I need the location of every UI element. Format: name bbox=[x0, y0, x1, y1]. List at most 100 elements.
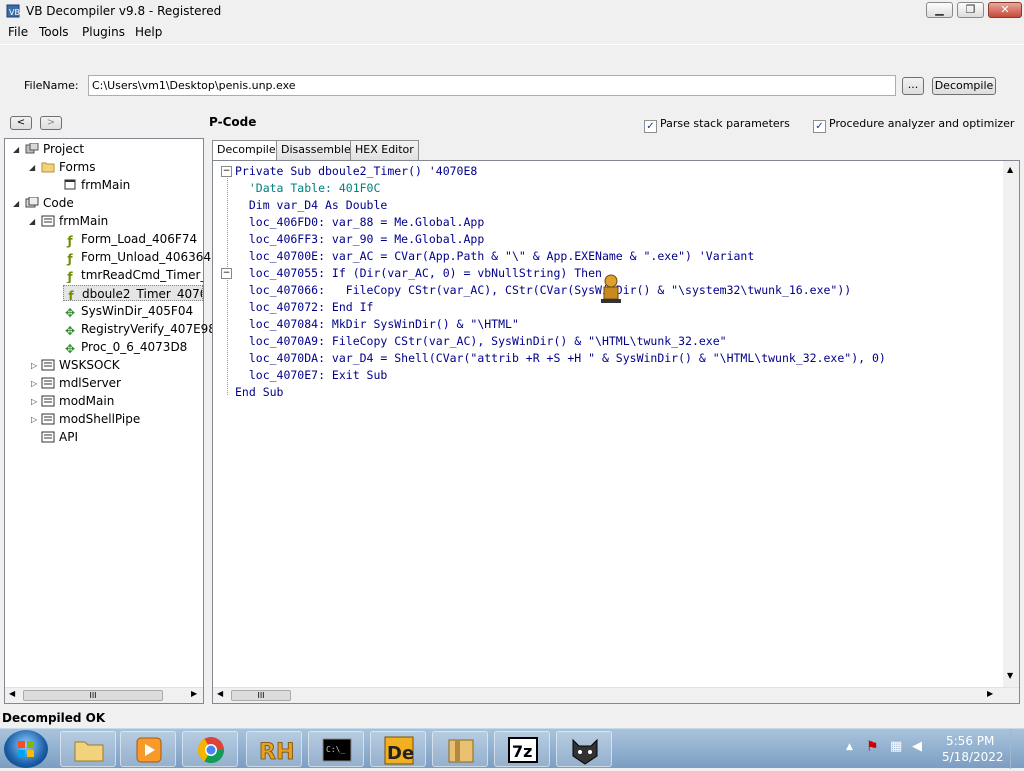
action-center-icon[interactable]: ⚑ bbox=[866, 739, 879, 755]
tree-form-frmmain[interactable]: frmMain bbox=[63, 177, 130, 193]
tree-code-frmmain[interactable]: frmMain bbox=[41, 213, 108, 229]
scroll-up-icon[interactable]: ▲ bbox=[1007, 165, 1013, 174]
project-tree[interactable]: ◢ Project ◢ Forms frmMain ◢ Code ◢ frmMa… bbox=[4, 138, 216, 704]
expand-icon[interactable]: ▷ bbox=[31, 415, 37, 424]
close-button[interactable]: ✕ bbox=[988, 2, 1022, 18]
decompile-button[interactable]: Decompile bbox=[932, 77, 996, 95]
tree-proc-selected[interactable]: ƒ dboule2_Timer_4070E8 bbox=[63, 285, 203, 301]
tree-proc[interactable]: ƒ Form_Unload_406364 bbox=[63, 249, 211, 266]
volume-icon[interactable]: ◀ bbox=[912, 739, 922, 754]
taskbar-resource-hacker[interactable]: RH bbox=[246, 731, 302, 767]
menu-tools[interactable]: Tools bbox=[39, 25, 69, 39]
procedure-analyzer-option[interactable]: ✓ Procedure analyzer and optimizer bbox=[813, 117, 1014, 133]
wolf-icon bbox=[572, 738, 598, 765]
tree-module[interactable]: WSKSOCK bbox=[41, 357, 120, 373]
tab-hex-editor[interactable]: HEX Editor bbox=[350, 140, 419, 160]
module-icon bbox=[41, 431, 55, 443]
tree-code-frmmain-label: frmMain bbox=[59, 214, 109, 228]
tree-proc[interactable]: ✥ SysWinDir_405F04 bbox=[63, 303, 193, 320]
parse-stack-option[interactable]: ✓ Parse stack parameters bbox=[644, 117, 790, 133]
tree-proc-label: dboule2_Timer_4070E8 bbox=[82, 287, 202, 301]
tree-forms[interactable]: Forms bbox=[41, 159, 95, 175]
code-line: Private Sub dboule2_Timer() '4070E8 bbox=[235, 164, 478, 178]
expand-icon[interactable]: ▷ bbox=[31, 397, 37, 406]
taskbar-archive[interactable] bbox=[432, 731, 488, 767]
tree-code[interactable]: Code bbox=[25, 195, 74, 211]
collapse-icon[interactable]: ◢ bbox=[13, 199, 19, 208]
scroll-thumb[interactable]: III bbox=[231, 690, 291, 701]
collapse-icon[interactable]: ◢ bbox=[29, 217, 35, 226]
fold-icon[interactable]: − bbox=[221, 166, 232, 177]
taskbar-cmd[interactable]: C:\_ bbox=[308, 731, 364, 767]
tree-module-label: mdlServer bbox=[59, 376, 121, 390]
scroll-left-icon[interactable]: ◀ bbox=[9, 689, 15, 698]
status-text: Decompiled OK bbox=[2, 711, 106, 725]
collapse-icon[interactable]: ◢ bbox=[29, 163, 35, 172]
scroll-right-icon[interactable]: ▶ bbox=[191, 689, 197, 698]
tree-module[interactable]: mdlServer bbox=[41, 375, 121, 391]
tree-project[interactable]: Project bbox=[25, 141, 84, 157]
tree-module[interactable]: API bbox=[41, 429, 78, 445]
busy-cursor-icon bbox=[601, 274, 621, 303]
code-vertical-scrollbar[interactable]: ▲ ▼ bbox=[1003, 161, 1019, 687]
taskbar-de4dot[interactable]: De bbox=[370, 731, 426, 767]
scroll-right-icon[interactable]: ▶ bbox=[987, 689, 993, 698]
fold-icon[interactable]: − bbox=[221, 268, 232, 279]
event-icon: ƒ bbox=[67, 252, 73, 266]
minimize-button[interactable]: ▁ bbox=[926, 2, 953, 18]
7zip-icon: 7z bbox=[508, 737, 538, 763]
network-icon[interactable]: ▦ bbox=[890, 739, 902, 754]
clock-time[interactable]: 5:56 PM bbox=[946, 734, 994, 748]
scroll-down-icon[interactable]: ▼ bbox=[1007, 671, 1013, 680]
code-comment-line: 'Data Table: 401F0C bbox=[235, 181, 381, 195]
tab-decompiler[interactable]: Decompiler bbox=[212, 140, 286, 161]
code-line: loc_407055: If (Dir(var_AC, 0) = vbNullS… bbox=[235, 266, 602, 280]
procedure-icon: ✥ bbox=[64, 324, 76, 338]
menu-help[interactable]: Help bbox=[135, 25, 162, 39]
module-icon bbox=[41, 377, 55, 389]
procedure-analyzer-checkbox[interactable]: ✓ bbox=[813, 120, 826, 133]
parse-stack-checkbox[interactable]: ✓ bbox=[644, 120, 657, 133]
taskbar-7zip[interactable]: 7z bbox=[494, 731, 550, 767]
forward-button[interactable]: > bbox=[40, 116, 62, 130]
tree-module[interactable]: modMain bbox=[41, 393, 114, 409]
collapse-icon[interactable]: ◢ bbox=[13, 145, 19, 154]
tree-code-label: Code bbox=[43, 196, 74, 210]
taskbar-media-player[interactable] bbox=[120, 731, 176, 767]
start-button[interactable] bbox=[4, 730, 48, 768]
tree-proc[interactable]: ƒ tmrReadCmd_Timer_40 bbox=[63, 267, 203, 283]
expand-icon[interactable]: ▷ bbox=[31, 361, 37, 370]
tree-proc[interactable]: ✥ Proc_0_6_4073D8 bbox=[63, 339, 187, 356]
code-horizontal-scrollbar[interactable]: ◀ III ▶ bbox=[213, 687, 1019, 703]
expand-icon[interactable]: ▷ bbox=[31, 379, 37, 388]
code-line: loc_407066: FileCopy CStr(var_AC), CStr(… bbox=[235, 283, 852, 297]
menu-file[interactable]: File bbox=[8, 25, 28, 39]
scroll-left-icon[interactable]: ◀ bbox=[217, 689, 223, 698]
tree-module-label: WSKSOCK bbox=[59, 358, 120, 372]
tree-proc[interactable]: ✥ RegistryVerify_407E98 bbox=[63, 321, 216, 338]
show-desktop-button[interactable] bbox=[1010, 729, 1024, 769]
menu-plugins[interactable]: Plugins bbox=[82, 25, 125, 39]
module-icon bbox=[41, 359, 55, 371]
maximize-button[interactable]: ❐ bbox=[957, 2, 984, 18]
tree-proc[interactable]: ƒ Form_Load_406F74 bbox=[63, 231, 197, 248]
module-icon bbox=[41, 215, 55, 227]
code-line: loc_40700E: var_AC = CVar(App.Path & "\"… bbox=[235, 249, 755, 263]
scroll-thumb[interactable]: III bbox=[23, 690, 163, 701]
tree-module-label: modShellPipe bbox=[59, 412, 141, 426]
clock-date[interactable]: 5/18/2022 bbox=[942, 750, 1004, 764]
back-button[interactable]: < bbox=[10, 116, 32, 130]
show-hidden-icons[interactable]: ▲ bbox=[846, 742, 853, 752]
taskbar-wolf-tool[interactable] bbox=[556, 731, 612, 767]
code-view[interactable]: − − Private Sub dboule2_Timer() '4070E8 … bbox=[212, 160, 1020, 704]
tree-module[interactable]: modShellPipe bbox=[41, 411, 140, 427]
tree-horizontal-scrollbar[interactable]: ◀ III ▶ bbox=[5, 687, 203, 703]
chrome-icon bbox=[197, 737, 225, 764]
filename-field[interactable]: C:\Users\vm1\Desktop\penis.unp.exe bbox=[88, 75, 896, 96]
svg-text:C:\_: C:\_ bbox=[326, 745, 345, 754]
taskbar-chrome[interactable] bbox=[182, 731, 238, 767]
taskbar-explorer[interactable] bbox=[60, 731, 116, 767]
browse-button[interactable]: ... bbox=[902, 77, 924, 95]
tab-disassembler[interactable]: Disassembler bbox=[276, 140, 361, 160]
terminal-icon: C:\_ bbox=[322, 738, 352, 762]
